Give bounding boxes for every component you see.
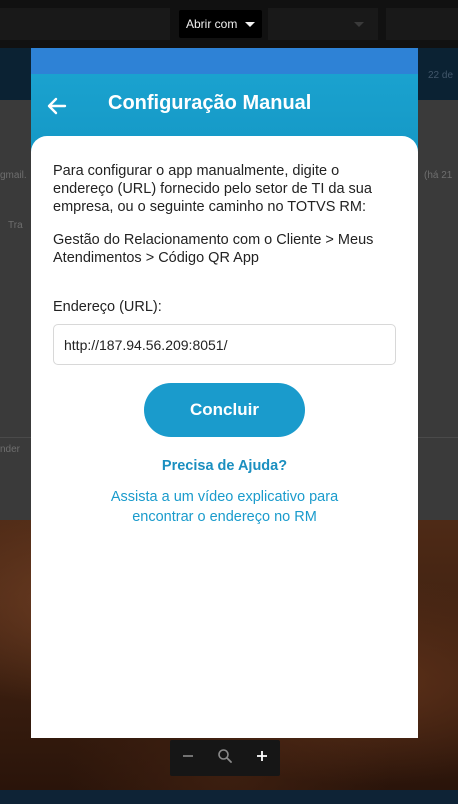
open-with-button[interactable]: Abrir com xyxy=(179,10,263,38)
help-video-link[interactable]: Assista a um vídeo explicativo para enco… xyxy=(91,487,358,527)
arrow-left-icon[interactable] xyxy=(45,94,69,118)
submit-button[interactable]: Concluir xyxy=(144,383,305,437)
help-title[interactable]: Precisa de Ajuda? xyxy=(31,458,418,474)
intro-text: Para configurar o app manualmente, digit… xyxy=(53,163,372,215)
background-bottom-bar xyxy=(0,790,458,804)
magnifier-icon xyxy=(217,748,233,769)
zoom-reset-button[interactable] xyxy=(211,744,239,772)
zoom-out-button[interactable] xyxy=(174,744,202,772)
background-time-snippet: (há 21 xyxy=(424,170,453,181)
plus-icon xyxy=(255,749,269,768)
status-bar xyxy=(31,48,418,74)
page-title: Configuração Manual xyxy=(108,92,312,114)
zoom-controls xyxy=(170,740,280,776)
background-text-snippet: Tra xyxy=(8,220,23,231)
content-card: Para configurar o app manualmente, digit… xyxy=(31,136,418,738)
minus-icon xyxy=(181,749,195,768)
url-field-label: Endereço (URL): xyxy=(53,299,162,315)
background-tab xyxy=(0,8,170,40)
open-with-label: Abrir com xyxy=(186,17,238,31)
background-reply-snippet: nder xyxy=(0,444,21,455)
background-email-snippet: gmail. xyxy=(0,170,27,181)
background-dropdown-icon xyxy=(354,22,364,27)
path-text: Gestão do Relacionamento com o Cliente >… xyxy=(53,232,374,266)
chevron-down-icon xyxy=(245,21,256,27)
background-date: 22 de xyxy=(428,70,454,81)
background-tab xyxy=(386,8,458,40)
app-screenshot: Configuração Manual Para configurar o ap… xyxy=(31,48,418,738)
zoom-in-button[interactable] xyxy=(248,744,276,772)
url-input[interactable] xyxy=(53,324,396,365)
